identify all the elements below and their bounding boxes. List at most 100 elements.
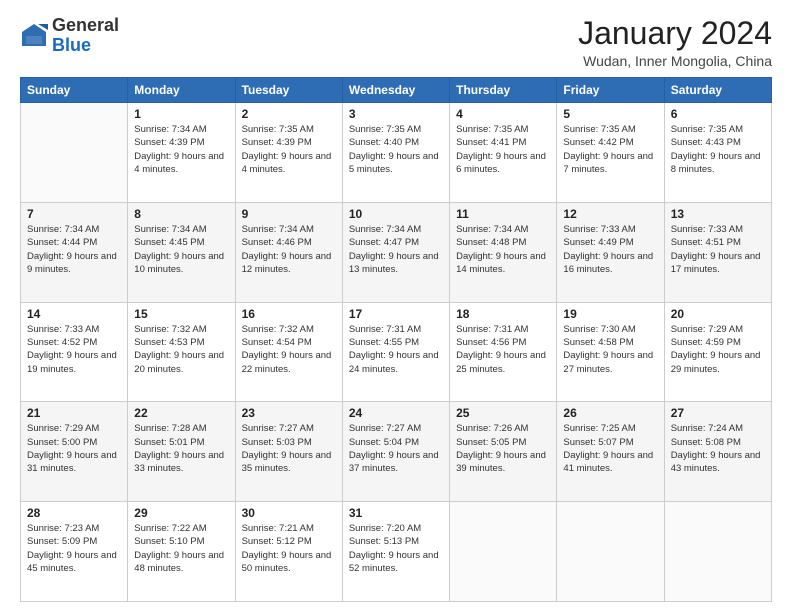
location: Wudan, Inner Mongolia, China xyxy=(578,53,772,69)
calendar-cell: 25 Sunrise: 7:26 AMSunset: 5:05 PMDayligh… xyxy=(450,402,557,502)
calendar: SundayMondayTuesdayWednesdayThursdayFrid… xyxy=(20,77,772,602)
calendar-cell: 26 Sunrise: 7:25 AMSunset: 5:07 PMDayligh… xyxy=(557,402,664,502)
cell-data: Sunrise: 7:32 AMSunset: 4:53 PMDaylight:… xyxy=(134,323,228,376)
day-number: 5 xyxy=(563,107,657,121)
calendar-cell: 8Sunrise: 7:34 AMSunset: 4:45 PMDaylight… xyxy=(128,202,235,302)
calendar-week-2: 7 Sunrise: 7:34 AMSunset: 4:44 PMDaylight… xyxy=(21,202,772,302)
calendar-cell: 30 Sunrise: 7:21 AMSunset: 5:12 PMDayligh… xyxy=(235,502,342,602)
day-number: 22 xyxy=(134,406,228,420)
calendar-table: SundayMondayTuesdayWednesdayThursdayFrid… xyxy=(20,77,772,602)
cell-data: Sunrise: 7:33 AMSunset: 4:52 PMDaylight:… xyxy=(27,323,121,376)
calendar-week-5: 28Sunrise: 7:23 AMSunset: 5:09 PMDayligh… xyxy=(21,502,772,602)
calendar-cell: 17 Sunrise: 7:31 AMSunset: 4:55 PMDayligh… xyxy=(342,302,449,402)
day-number: 23 xyxy=(242,406,336,420)
day-number: 12 xyxy=(563,207,657,221)
calendar-week-3: 14 Sunrise: 7:33 AMSunset: 4:52 PMDayligh… xyxy=(21,302,772,402)
day-number: 15 xyxy=(134,307,228,321)
cell-data: Sunrise: 7:31 AMSunset: 4:55 PMDaylight:… xyxy=(349,323,443,376)
calendar-cell: 14 Sunrise: 7:33 AMSunset: 4:52 PMDayligh… xyxy=(21,302,128,402)
calendar-cell: 12 Sunrise: 7:33 AMSunset: 4:49 PMDayligh… xyxy=(557,202,664,302)
calendar-cell: 16Sunrise: 7:32 AMSunset: 4:54 PMDayligh… xyxy=(235,302,342,402)
cell-data: Sunrise: 7:21 AMSunset: 5:12 PMDaylight:… xyxy=(242,522,336,575)
calendar-cell: 18 Sunrise: 7:31 AMSunset: 4:56 PMDayligh… xyxy=(450,302,557,402)
cell-data: Sunrise: 7:29 AMSunset: 5:00 PMDaylight:… xyxy=(27,422,121,475)
logo-blue-text: Blue xyxy=(52,35,91,55)
cell-data: Sunrise: 7:26 AMSunset: 5:05 PMDaylight:… xyxy=(456,422,550,475)
day-number: 18 xyxy=(456,307,550,321)
calendar-header: SundayMondayTuesdayWednesdayThursdayFrid… xyxy=(21,78,772,103)
cell-data: Sunrise: 7:35 AMSunset: 4:42 PMDaylight:… xyxy=(563,123,657,176)
calendar-week-4: 21 Sunrise: 7:29 AMSunset: 5:00 PMDayligh… xyxy=(21,402,772,502)
day-number: 19 xyxy=(563,307,657,321)
month-title: January 2024 xyxy=(578,16,772,51)
logo-general-text: General xyxy=(52,15,119,35)
weekday-header-row: SundayMondayTuesdayWednesdayThursdayFrid… xyxy=(21,78,772,103)
calendar-cell: 28Sunrise: 7:23 AMSunset: 5:09 PMDayligh… xyxy=(21,502,128,602)
day-number: 26 xyxy=(563,406,657,420)
calendar-cell: 20Sunrise: 7:29 AMSunset: 4:59 PMDayligh… xyxy=(664,302,771,402)
day-number: 30 xyxy=(242,506,336,520)
day-number: 10 xyxy=(349,207,443,221)
cell-data: Sunrise: 7:35 AMSunset: 4:43 PMDaylight:… xyxy=(671,123,765,176)
title-block: January 2024 Wudan, Inner Mongolia, Chin… xyxy=(578,16,772,69)
cell-data: Sunrise: 7:24 AMSunset: 5:08 PMDaylight:… xyxy=(671,422,765,475)
calendar-cell: 3 Sunrise: 7:35 AMSunset: 4:40 PMDaylight… xyxy=(342,103,449,203)
day-number: 2 xyxy=(242,107,336,121)
cell-data: Sunrise: 7:35 AMSunset: 4:40 PMDaylight:… xyxy=(349,123,443,176)
logo-text: General Blue xyxy=(52,16,119,56)
day-number: 25 xyxy=(456,406,550,420)
calendar-cell: 1Sunrise: 7:34 AMSunset: 4:39 PMDaylight… xyxy=(128,103,235,203)
cell-data: Sunrise: 7:25 AMSunset: 5:07 PMDaylight:… xyxy=(563,422,657,475)
calendar-cell: 7 Sunrise: 7:34 AMSunset: 4:44 PMDaylight… xyxy=(21,202,128,302)
day-number: 1 xyxy=(134,107,228,121)
cell-data: Sunrise: 7:30 AMSunset: 4:58 PMDaylight:… xyxy=(563,323,657,376)
day-number: 9 xyxy=(242,207,336,221)
calendar-cell: 21 Sunrise: 7:29 AMSunset: 5:00 PMDayligh… xyxy=(21,402,128,502)
weekday-header-wednesday: Wednesday xyxy=(342,78,449,103)
day-number: 3 xyxy=(349,107,443,121)
cell-data: Sunrise: 7:22 AMSunset: 5:10 PMDaylight:… xyxy=(134,522,228,575)
day-number: 16 xyxy=(242,307,336,321)
calendar-body: 1Sunrise: 7:34 AMSunset: 4:39 PMDaylight… xyxy=(21,103,772,602)
day-number: 14 xyxy=(27,307,121,321)
calendar-week-1: 1Sunrise: 7:34 AMSunset: 4:39 PMDaylight… xyxy=(21,103,772,203)
calendar-cell: 27Sunrise: 7:24 AMSunset: 5:08 PMDayligh… xyxy=(664,402,771,502)
day-number: 11 xyxy=(456,207,550,221)
cell-data: Sunrise: 7:27 AMSunset: 5:04 PMDaylight:… xyxy=(349,422,443,475)
weekday-header-sunday: Sunday xyxy=(21,78,128,103)
day-number: 28 xyxy=(27,506,121,520)
calendar-cell: 10 Sunrise: 7:34 AMSunset: 4:47 PMDayligh… xyxy=(342,202,449,302)
calendar-cell: 13 Sunrise: 7:33 AMSunset: 4:51 PMDayligh… xyxy=(664,202,771,302)
cell-data: Sunrise: 7:34 AMSunset: 4:47 PMDaylight:… xyxy=(349,223,443,276)
calendar-cell xyxy=(450,502,557,602)
cell-data: Sunrise: 7:35 AMSunset: 4:41 PMDaylight:… xyxy=(456,123,550,176)
day-number: 20 xyxy=(671,307,765,321)
calendar-cell: 6Sunrise: 7:35 AMSunset: 4:43 PMDaylight… xyxy=(664,103,771,203)
calendar-cell: 4 Sunrise: 7:35 AMSunset: 4:41 PMDaylight… xyxy=(450,103,557,203)
day-number: 4 xyxy=(456,107,550,121)
day-number: 21 xyxy=(27,406,121,420)
weekday-header-friday: Friday xyxy=(557,78,664,103)
calendar-cell xyxy=(21,103,128,203)
page: General Blue January 2024 Wudan, Inner M… xyxy=(0,0,792,612)
cell-data: Sunrise: 7:28 AMSunset: 5:01 PMDaylight:… xyxy=(134,422,228,475)
logo-icon xyxy=(20,22,48,50)
day-number: 17 xyxy=(349,307,443,321)
day-number: 13 xyxy=(671,207,765,221)
weekday-header-monday: Monday xyxy=(128,78,235,103)
calendar-cell: 15 Sunrise: 7:32 AMSunset: 4:53 PMDayligh… xyxy=(128,302,235,402)
calendar-cell: 22 Sunrise: 7:28 AMSunset: 5:01 PMDayligh… xyxy=(128,402,235,502)
day-number: 8 xyxy=(134,207,228,221)
day-number: 7 xyxy=(27,207,121,221)
cell-data: Sunrise: 7:33 AMSunset: 4:49 PMDaylight:… xyxy=(563,223,657,276)
calendar-cell: 24Sunrise: 7:27 AMSunset: 5:04 PMDayligh… xyxy=(342,402,449,502)
cell-data: Sunrise: 7:27 AMSunset: 5:03 PMDaylight:… xyxy=(242,422,336,475)
calendar-cell xyxy=(557,502,664,602)
calendar-cell: 9Sunrise: 7:34 AMSunset: 4:46 PMDaylight… xyxy=(235,202,342,302)
cell-data: Sunrise: 7:33 AMSunset: 4:51 PMDaylight:… xyxy=(671,223,765,276)
cell-data: Sunrise: 7:20 AMSunset: 5:13 PMDaylight:… xyxy=(349,522,443,575)
cell-data: Sunrise: 7:34 AMSunset: 4:44 PMDaylight:… xyxy=(27,223,121,276)
calendar-cell: 31Sunrise: 7:20 AMSunset: 5:13 PMDayligh… xyxy=(342,502,449,602)
weekday-header-thursday: Thursday xyxy=(450,78,557,103)
cell-data: Sunrise: 7:31 AMSunset: 4:56 PMDaylight:… xyxy=(456,323,550,376)
